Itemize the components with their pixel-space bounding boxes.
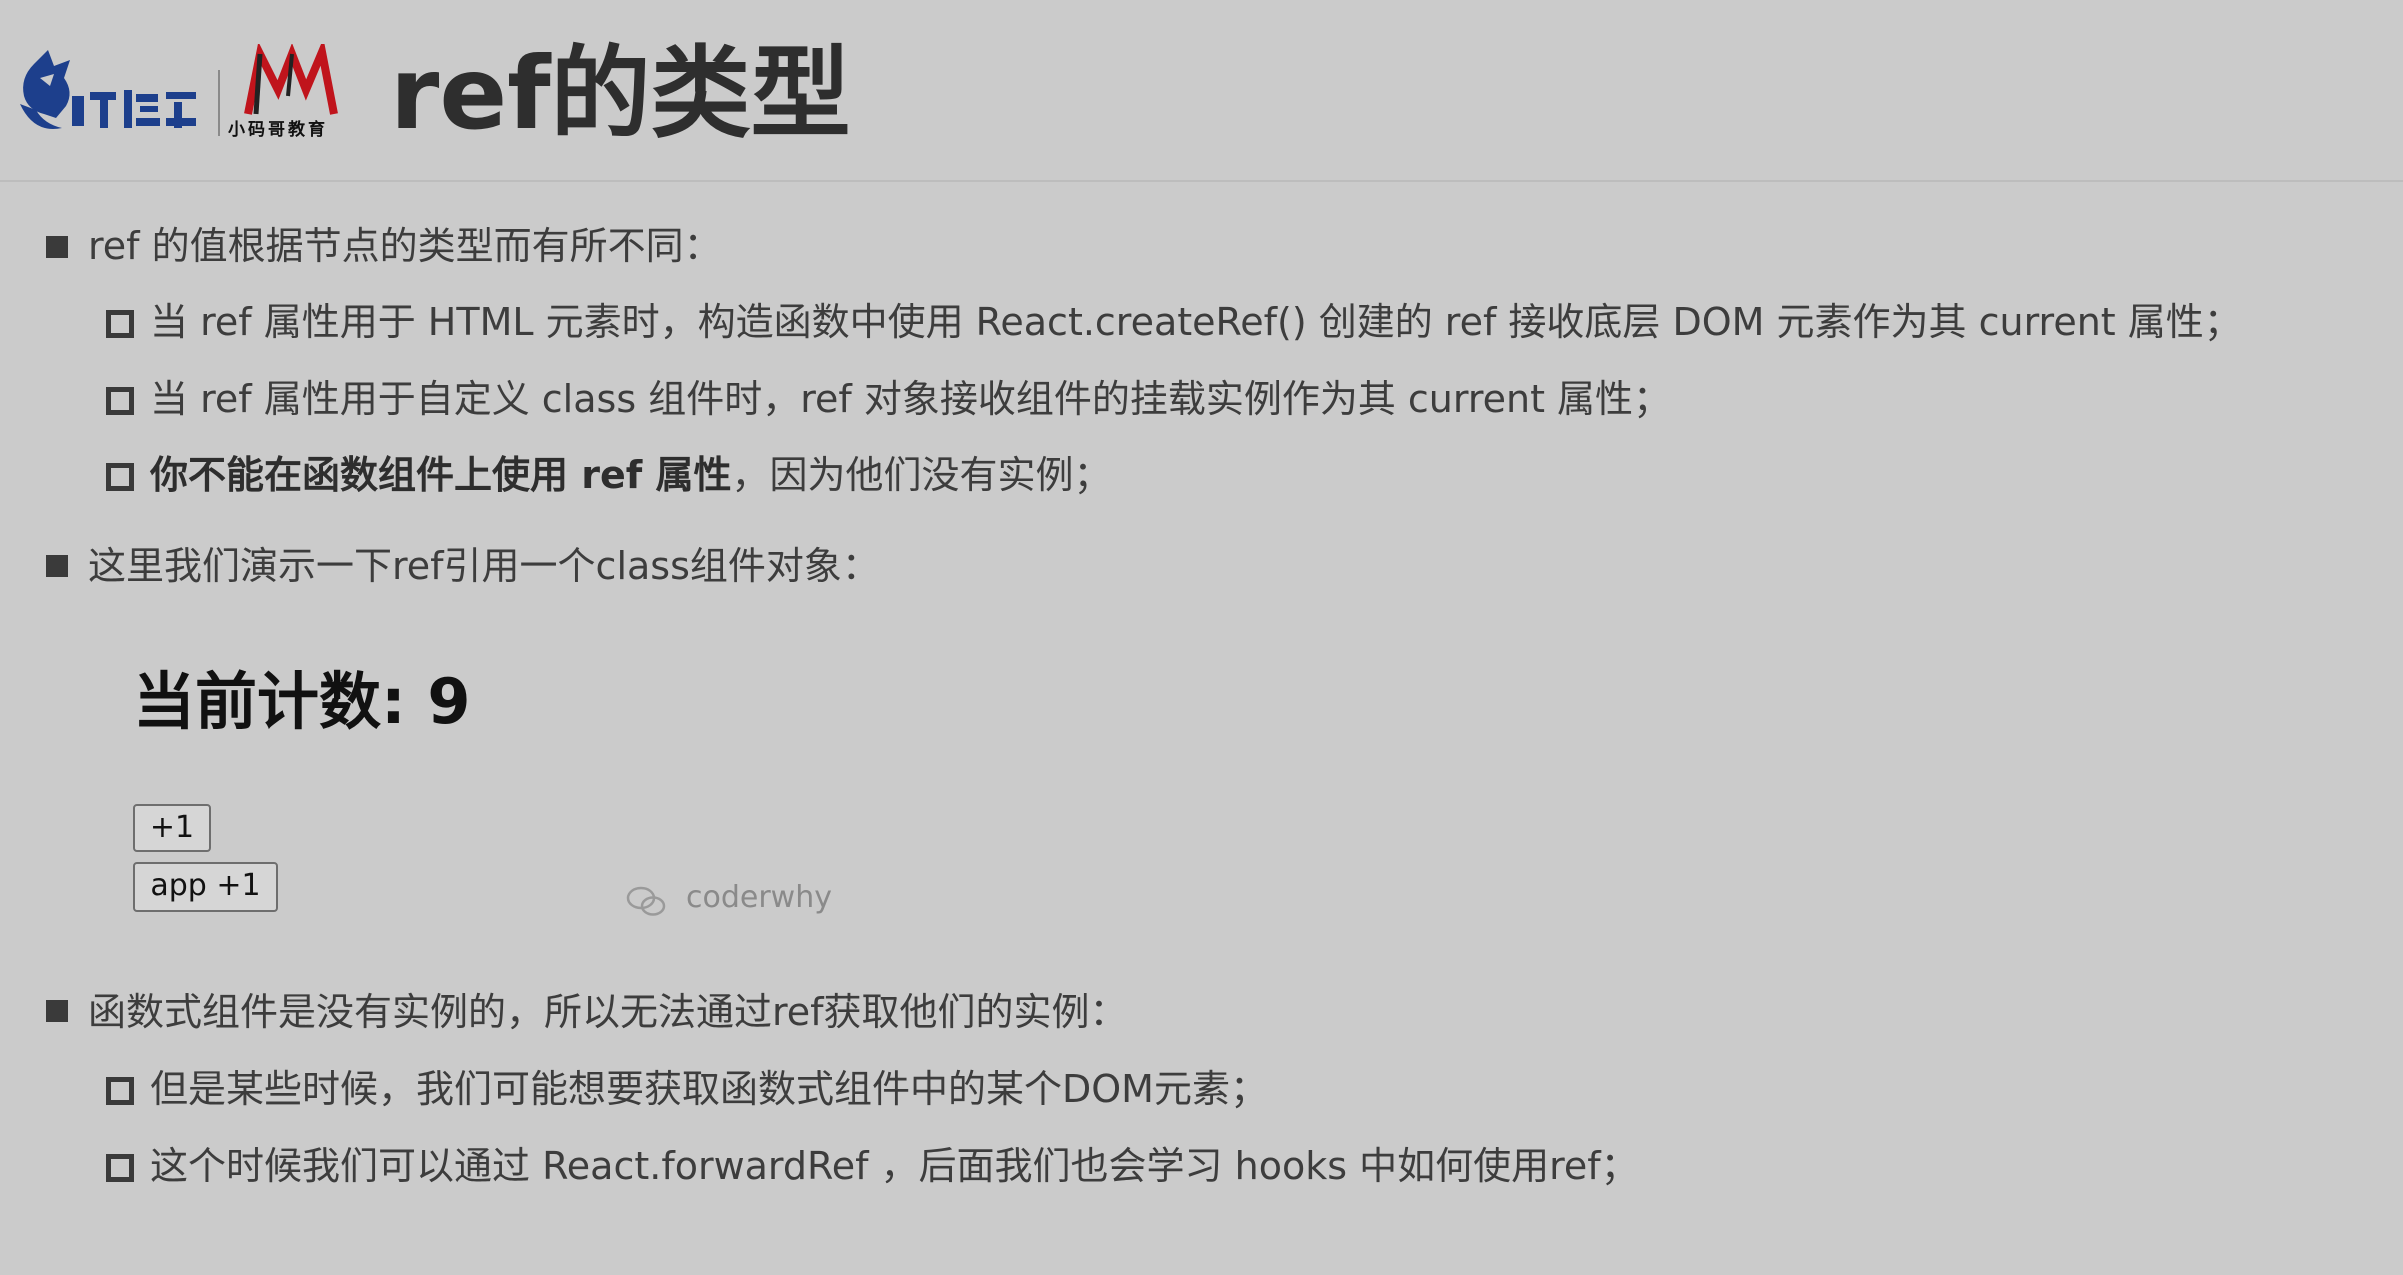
bullet-hollow-square-icon [106, 1077, 134, 1105]
logo-divider [218, 70, 220, 136]
bullet-text: 这里我们演示一下ref引用一个class组件对象： [88, 544, 880, 588]
bullet-text: ref 的值根据节点的类型而有所不同： [88, 224, 722, 268]
sub-bullet-bold-text: 你不能在函数组件上使用 ref 属性 [150, 453, 732, 497]
bullet-text: 函数式组件是没有实例的，所以无法通过ref获取他们的实例： [88, 990, 1128, 1034]
bullet-hollow-square-icon [106, 387, 134, 415]
app-increment-button[interactable]: app +1 [133, 862, 278, 912]
slide-header: 小码哥教育 ref的类型 [0, 0, 2403, 182]
wechat-watermark-icon [626, 886, 666, 916]
bullet-square-icon [46, 236, 68, 258]
increment-button[interactable]: +1 [133, 804, 211, 852]
sub-bullet-text: 当 ref 属性用于自定义 class 组件时，ref 对象接收组件的挂载实例作… [150, 377, 1672, 421]
bullet-square-icon [46, 555, 68, 577]
sub-bullet-text: 当 ref 属性用于 HTML 元素时，构造函数中使用 React.create… [150, 300, 2242, 344]
sub-bullet-text: 这个时候我们可以通过 React.forwardRef ，后面我们也会学习 ho… [150, 1144, 1639, 1188]
bullet-hollow-square-icon [106, 1154, 134, 1182]
sub-bullet-rest-text: ，因为他们没有实例； [731, 453, 1112, 497]
bullet-square-icon [46, 1000, 68, 1022]
logo-caption: 小码哥教育 [228, 120, 328, 140]
sub-bullet-text: 你不能在函数组件上使用 ref 属性，因为他们没有实例； [150, 451, 1112, 499]
bullet-hollow-square-icon [106, 463, 134, 491]
watermark-text: coderwhy [686, 880, 832, 915]
bullet-hollow-square-icon [106, 310, 134, 338]
demo-count-heading: 当前计数: 9 [133, 665, 471, 738]
wolf-logo-icon [20, 50, 196, 129]
slide-title: ref的类型 [390, 35, 851, 152]
sub-bullet-text: 但是某些时候，我们可能想要获取函数式组件中的某个DOM元素； [150, 1067, 1268, 1111]
